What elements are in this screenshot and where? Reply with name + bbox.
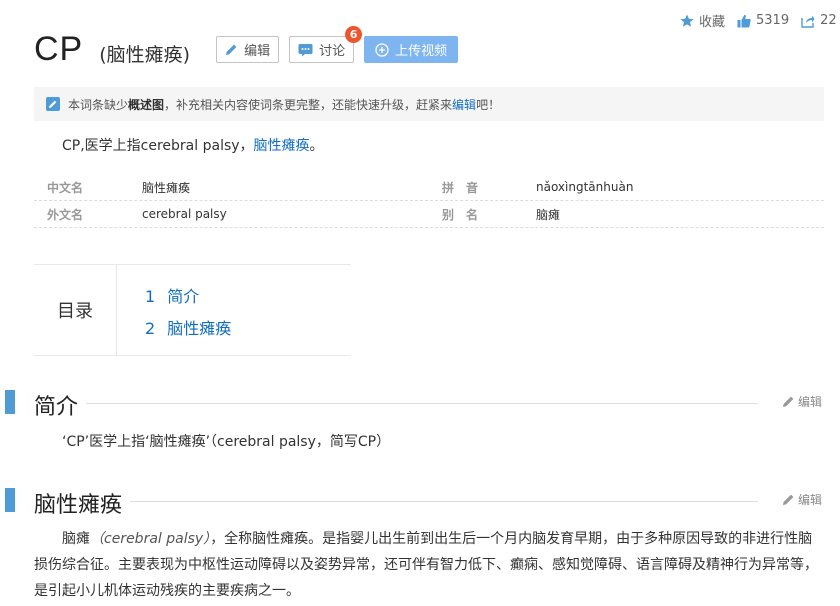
notice-prefix: 本词条缺少 [68, 97, 129, 112]
upload-video-button[interactable]: 上传视频 [364, 36, 459, 63]
section-edit-button[interactable]: 编辑 [782, 393, 822, 410]
summary-link[interactable]: 脑性瘫痪 [254, 138, 310, 154]
toc-item-label: 简介 [167, 287, 200, 306]
edit-button[interactable]: 编辑 [216, 36, 280, 63]
info-key: 拼 音 [442, 180, 479, 195]
section-divider [34, 403, 758, 404]
section-cerebral-palsy-paragraph: 脑瘫（cerebral palsy），全称脑性瘫痪。是指婴儿出生前到出生后一个月… [34, 526, 824, 604]
share-count: 22 [820, 13, 837, 28]
page-title: CP [34, 30, 84, 68]
discuss-button-label: 讨论 [319, 44, 346, 59]
summary-end: 。 [309, 138, 324, 154]
notice-middle: ，补充相关内容使词条更完整，还能快速升级，赶紧来 [164, 97, 453, 112]
toc-item-number: 2 [145, 319, 156, 338]
like-button[interactable]: 5319 [737, 13, 789, 28]
notice-suffix: 吧！ [476, 97, 501, 112]
share-button[interactable]: 22 [801, 13, 837, 28]
summary-text: CP,医学上指cerebral palsy， [62, 138, 254, 154]
para-italic: （cerebral palsy） [90, 531, 211, 547]
info-key: 外文名 [47, 207, 84, 222]
title-row: CP (脑性瘫痪) 编辑 讨论 6 上传视频 [34, 26, 459, 69]
chat-icon [298, 43, 313, 56]
collect-label: 收藏 [699, 15, 726, 30]
notice-bold: 概述图 [128, 97, 165, 112]
section-marker [5, 488, 15, 512]
lemma-summary: CP,医学上指cerebral palsy，脑性瘫痪。 [62, 135, 324, 155]
info-value: 脑瘫 [536, 207, 561, 222]
section-edit-label: 编辑 [798, 493, 823, 507]
toc-item-label: 脑性瘫痪 [167, 319, 232, 338]
share-icon [801, 15, 815, 28]
discuss-button[interactable]: 讨论 6 [289, 26, 363, 63]
section-title: 简介 [34, 389, 87, 421]
info-key: 中文名 [47, 180, 84, 195]
info-key: 别 名 [442, 207, 479, 222]
section-edit-label: 编辑 [798, 395, 823, 409]
like-count: 5319 [756, 13, 790, 28]
section-divider [34, 501, 758, 502]
info-row: 中文名 脑性瘫痪 拼 音 nǎoxìngtānhuàn [34, 174, 824, 201]
discuss-count-badge: 6 [345, 26, 363, 43]
section-marker [5, 390, 15, 414]
thumbs-up-icon [737, 14, 751, 27]
missing-image-notice: 本词条缺少 概述图 ，补充相关内容使词条更完整，还能快速升级，赶紧来 编辑 吧！ [34, 87, 824, 121]
pencil-icon [783, 396, 794, 407]
star-icon [680, 14, 694, 27]
table-of-contents: 目录 1 简介 2 脑性瘫痪 [34, 264, 351, 356]
toc-heading: 目录 [34, 265, 117, 355]
info-value: nǎoxìngtānhuàn [536, 180, 634, 194]
toc-item-intro[interactable]: 1 简介 [145, 283, 231, 307]
plus-circle-icon [375, 42, 389, 57]
section-intro-paragraph: ‘CP’医学上指‘脑性瘫痪’（cerebral palsy，简写CP） [62, 434, 391, 450]
toc-item-number: 1 [145, 287, 156, 306]
section-edit-button[interactable]: 编辑 [782, 491, 822, 508]
top-actions: 收藏 5319 22 [680, 11, 840, 30]
page-subtitle: (脑性瘫痪) [99, 44, 191, 66]
edit-notice-icon [46, 97, 60, 111]
edit-button-label: 编辑 [244, 44, 271, 59]
info-value: 脑性瘫痪 [142, 180, 191, 195]
upload-video-label: 上传视频 [395, 44, 448, 59]
collect-button[interactable]: 收藏 [680, 11, 725, 30]
section-title: 脑性瘫痪 [34, 487, 131, 519]
pencil-icon [783, 494, 794, 505]
info-value: cerebral palsy [142, 207, 227, 221]
notice-edit-link[interactable]: 编辑 [452, 96, 476, 113]
info-row: 外文名 cerebral palsy 别 名 脑瘫 [34, 201, 824, 228]
toc-item-cerebral-palsy[interactable]: 2 脑性瘫痪 [145, 315, 231, 339]
basic-info-table: 中文名 脑性瘫痪 拼 音 nǎoxìngtānhuàn 外文名 cerebral… [34, 174, 824, 228]
pencil-icon [226, 44, 237, 55]
toc-list: 1 简介 2 脑性瘫痪 [117, 265, 231, 355]
para-lead: 脑瘫 [62, 531, 90, 547]
